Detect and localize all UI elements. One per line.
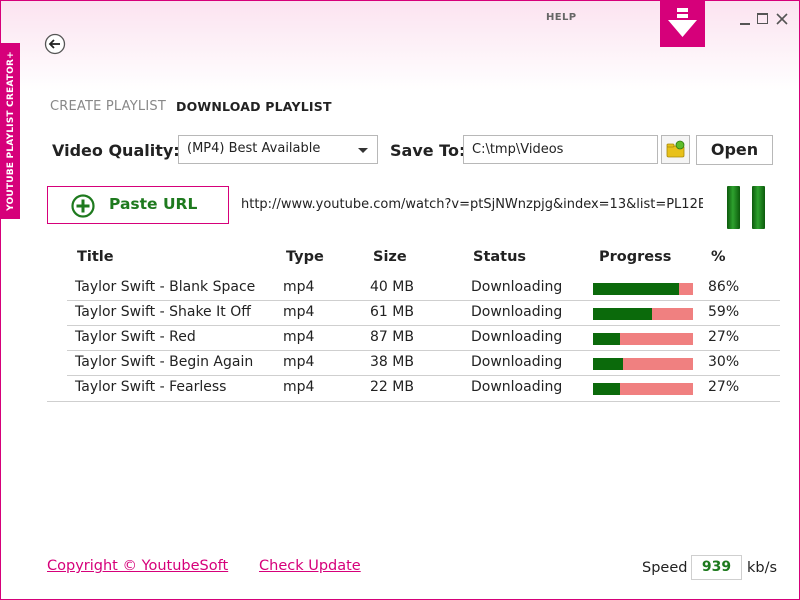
column-header-size: Size: [373, 249, 407, 265]
open-folder-button[interactable]: Open: [696, 135, 773, 165]
row-size: 61 MB: [370, 304, 414, 320]
pause-button[interactable]: [727, 186, 767, 229]
column-header-status: Status: [473, 249, 527, 265]
progress-fill: [593, 358, 623, 370]
row-title: Taylor Swift - Blank Space: [75, 279, 256, 295]
row-type: mp4: [283, 329, 315, 345]
video-quality-select[interactable]: (MP4) Best Available: [178, 135, 378, 164]
tab-create-playlist[interactable]: CREATE PLAYLIST: [50, 99, 166, 114]
row-size: 38 MB: [370, 354, 414, 370]
side-app-title: YOUTUBE PLAYLIST CREATOR+: [1, 43, 20, 219]
row-size: 22 MB: [370, 379, 414, 395]
copyright-link[interactable]: Copyright © YoutubeSoft: [47, 558, 228, 574]
progress-fill: [593, 283, 679, 295]
video-quality-label: Video Quality:: [52, 141, 180, 160]
close-icon[interactable]: [775, 11, 789, 25]
speed-label: Speed: [642, 560, 688, 576]
folder-icon: [666, 140, 685, 158]
row-percent: 27%: [708, 329, 740, 345]
save-to-label: Save To:: [390, 141, 466, 160]
progress-bar: [593, 308, 693, 320]
progress-fill: [593, 308, 652, 320]
row-status: Downloading: [471, 279, 563, 295]
row-percent: 86%: [708, 279, 740, 295]
table-row[interactable]: Taylor Swift - Blank Space mp4 40 MB Dow…: [67, 276, 780, 301]
row-title: Taylor Swift - Red: [75, 329, 196, 345]
row-type: mp4: [283, 279, 315, 295]
table-row[interactable]: Taylor Swift - Begin Again mp4 38 MB Dow…: [67, 351, 780, 376]
row-type: mp4: [283, 379, 315, 395]
row-size: 40 MB: [370, 279, 414, 295]
speed-value: 939: [691, 555, 742, 580]
table-row[interactable]: Taylor Swift - Red mp4 87 MB Downloading…: [67, 326, 780, 351]
progress-bar: [593, 383, 693, 395]
check-update-link[interactable]: Check Update: [259, 558, 361, 574]
row-title: Taylor Swift - Begin Again: [75, 354, 254, 370]
download-icon[interactable]: [660, 1, 705, 47]
row-title: Taylor Swift - Fearless: [75, 379, 227, 395]
playlist-url-input[interactable]: [241, 194, 703, 214]
progress-fill: [593, 333, 620, 345]
paste-url-label: Paste URL: [109, 195, 198, 213]
table-row[interactable]: Taylor Swift - Fearless mp4 22 MB Downlo…: [67, 376, 780, 401]
table-divider: [47, 401, 780, 402]
row-type: mp4: [283, 304, 315, 320]
help-link[interactable]: HELP: [546, 12, 577, 23]
row-size: 87 MB: [370, 329, 414, 345]
column-header-progress: Progress: [599, 249, 672, 265]
row-status: Downloading: [471, 354, 563, 370]
column-header-title: Title: [77, 249, 114, 265]
save-path-input[interactable]: [463, 135, 658, 164]
paste-url-button[interactable]: Paste URL: [47, 186, 229, 224]
chevron-down-icon: [358, 148, 368, 153]
row-percent: 59%: [708, 304, 740, 320]
progress-fill: [593, 383, 620, 395]
plus-circle-icon: [71, 194, 95, 218]
minimize-icon[interactable]: [739, 12, 752, 25]
video-quality-value: (MP4) Best Available: [187, 141, 321, 156]
back-arrow-icon[interactable]: [44, 33, 66, 55]
tab-download-playlist[interactable]: DOWNLOAD PLAYLIST: [176, 99, 332, 114]
maximize-icon[interactable]: [757, 13, 768, 24]
progress-bar: [593, 283, 693, 295]
table-row[interactable]: Taylor Swift - Shake It Off mp4 61 MB Do…: [67, 301, 780, 326]
pause-icon: [727, 186, 740, 229]
row-title: Taylor Swift - Shake It Off: [75, 304, 251, 320]
row-status: Downloading: [471, 329, 563, 345]
column-header-type: Type: [286, 249, 324, 265]
progress-bar: [593, 333, 693, 345]
row-status: Downloading: [471, 304, 563, 320]
row-type: mp4: [283, 354, 315, 370]
column-header-percent: %: [711, 249, 726, 265]
speed-unit: kb/s: [747, 560, 778, 576]
row-percent: 30%: [708, 354, 740, 370]
progress-bar: [593, 358, 693, 370]
app-window: YOUTUBE PLAYLIST CREATOR+ HELP CREATE PL…: [0, 0, 800, 600]
side-app-title-text: YOUTUBE PLAYLIST CREATOR+: [5, 51, 16, 211]
browse-folder-button[interactable]: [661, 135, 690, 164]
pause-icon-bar: [752, 186, 765, 229]
row-percent: 27%: [708, 379, 740, 395]
row-status: Downloading: [471, 379, 563, 395]
